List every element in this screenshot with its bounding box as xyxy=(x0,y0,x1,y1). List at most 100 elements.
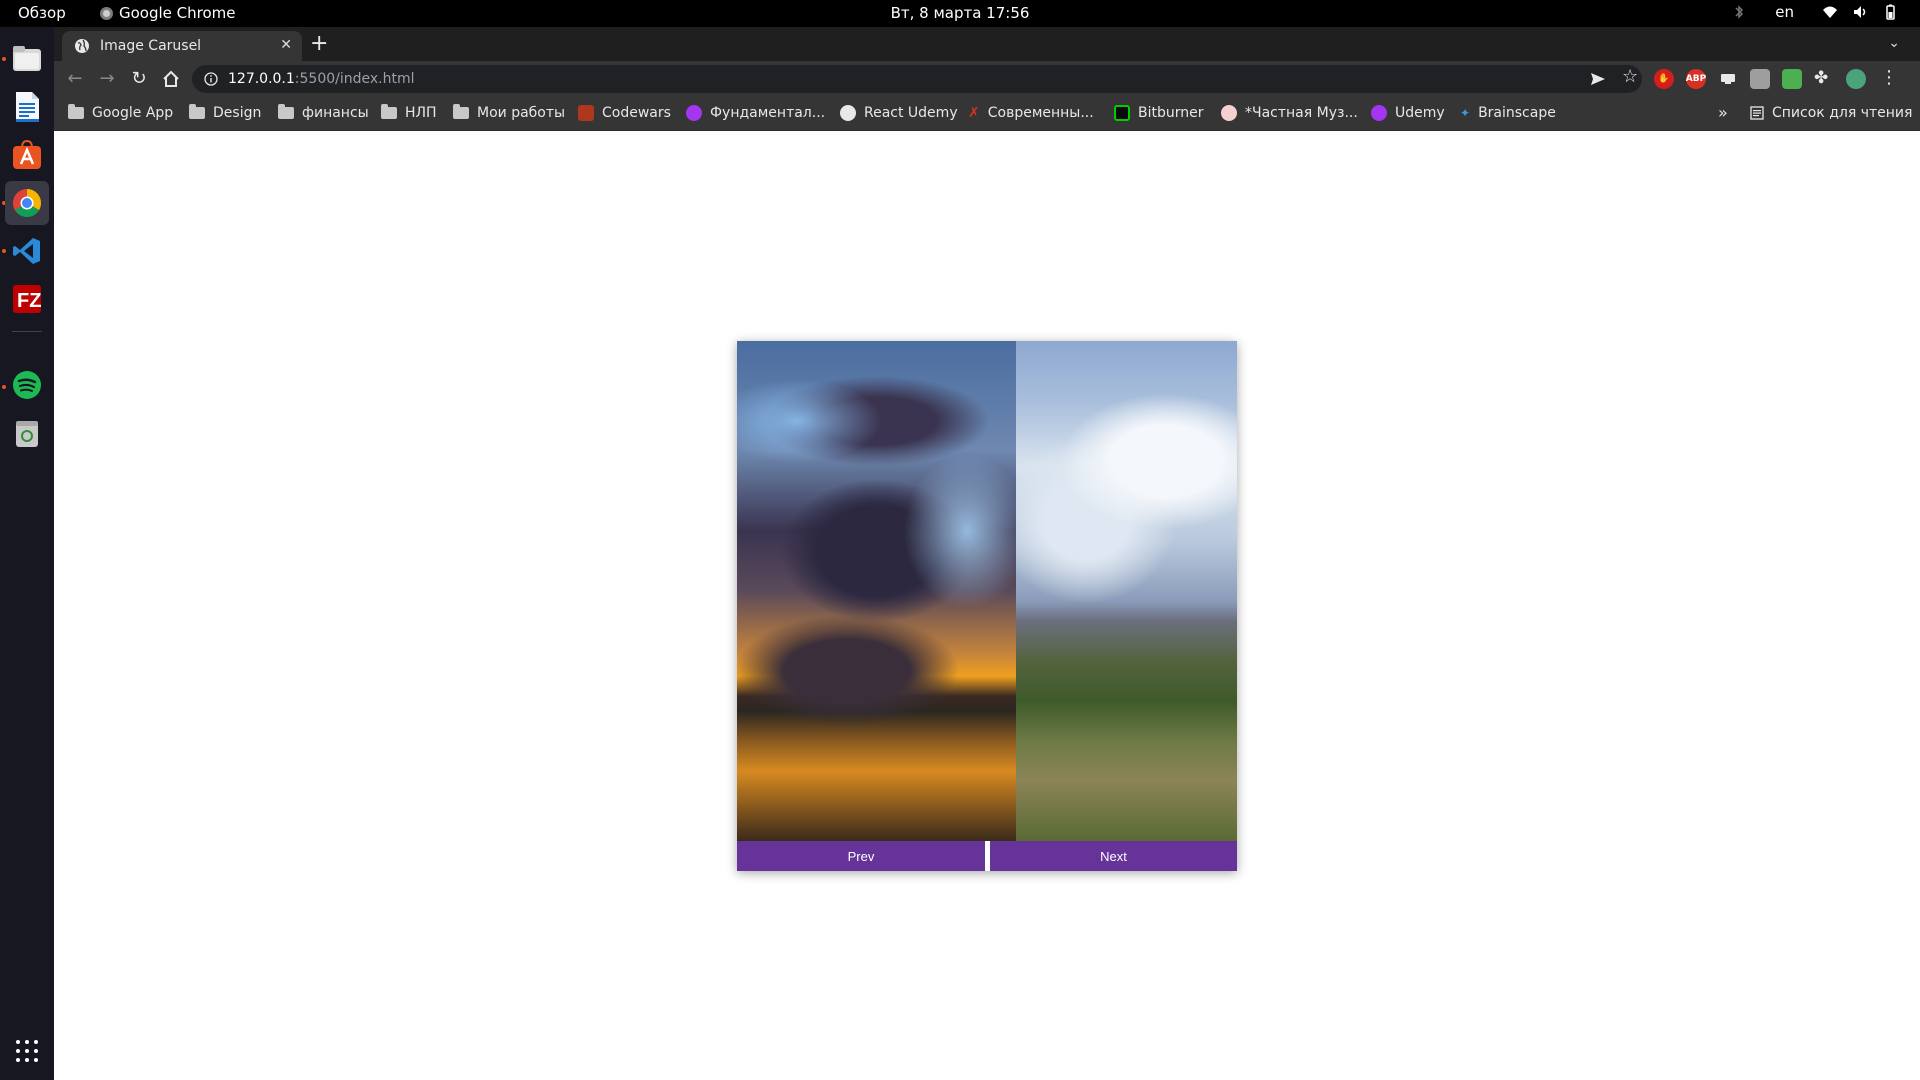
more-bookmarks-icon[interactable]: » xyxy=(1718,103,1728,122)
folder-icon xyxy=(453,104,469,119)
globe-icon xyxy=(75,39,89,53)
bookmark-codewars[interactable]: Codewars xyxy=(578,105,671,121)
reload-icon[interactable]: ↻ xyxy=(128,68,150,90)
folder-icon xyxy=(189,104,205,119)
info-icon[interactable] xyxy=(204,72,218,86)
folder-icon xyxy=(278,104,294,119)
bookmark-brainscape[interactable]: ✦ Brainscape xyxy=(1460,105,1556,121)
udemy-icon xyxy=(686,105,702,121)
running-indicator xyxy=(2,385,6,389)
app-center-icon[interactable] xyxy=(9,137,45,173)
tab-title: Image Carusel xyxy=(100,38,202,54)
bookmark-label: Udemy xyxy=(1395,105,1445,121)
running-indicator xyxy=(2,57,6,61)
extension-cast-icon[interactable] xyxy=(1718,69,1738,89)
bookmark-label: Google App xyxy=(92,105,174,121)
music-icon xyxy=(1221,105,1237,121)
prev-button[interactable]: Prev xyxy=(737,841,985,871)
extensions-puzzle-icon[interactable]: ✤ xyxy=(1814,68,1828,88)
bookmark-fundamental[interactable]: Фундаментал... xyxy=(686,105,825,121)
new-tab-icon[interactable]: + xyxy=(310,33,328,55)
bookmark-label: финансы xyxy=(302,105,369,121)
bookmark-nlp[interactable]: НЛП xyxy=(381,104,437,121)
bookmark-label: НЛП xyxy=(405,105,437,121)
tab-search-chevron-icon[interactable]: ⌄ xyxy=(1888,35,1900,51)
profile-avatar[interactable] xyxy=(1846,69,1866,89)
extension-abp-icon[interactable]: ABP xyxy=(1686,69,1706,89)
extension-evernote-icon[interactable] xyxy=(1782,69,1802,89)
show-applications-icon[interactable] xyxy=(9,1033,45,1069)
chrome-menu-icon[interactable]: ⋮ xyxy=(1880,67,1898,88)
spotify-icon[interactable] xyxy=(9,367,45,403)
filezilla-icon[interactable]: FZ xyxy=(9,281,45,317)
sunset-clouds-image xyxy=(737,341,1016,841)
bookmark-bitburner[interactable]: Bitburner xyxy=(1114,105,1204,121)
udemy-icon xyxy=(1371,105,1387,121)
bookmark-label: Codewars xyxy=(602,105,671,121)
bookmark-sovremennye[interactable]: ✗ Современны... xyxy=(968,105,1094,121)
codewars-icon xyxy=(578,105,594,121)
svg-text:FZ: FZ xyxy=(17,290,41,312)
app-menu[interactable]: Google Chrome xyxy=(100,4,236,22)
bookmark-chastnaya-muz[interactable]: *Частная Муз... xyxy=(1221,105,1358,121)
image-carousel: Prev Next xyxy=(737,341,1237,871)
page-content: Prev Next xyxy=(54,132,1920,1080)
chrome-small-icon xyxy=(100,6,113,20)
send-to-devices-icon[interactable] xyxy=(1590,71,1606,87)
keyboard-layout[interactable]: en xyxy=(1775,3,1794,21)
url-host: 127.0.0.1 xyxy=(228,71,295,87)
browser-toolbar: ← → ↻ 127.0.0.1:5500/index.html ☆ ✋ ABP … xyxy=(54,61,1920,97)
bookmark-label: Фундаментал... xyxy=(710,105,826,121)
bookmark-udemy[interactable]: Udemy xyxy=(1371,105,1445,121)
bookmark-label: React Udemy xyxy=(864,105,958,121)
snowy-mountain-valley-image xyxy=(1016,341,1237,841)
bookmark-moi-raboty[interactable]: Мои работы xyxy=(453,104,565,121)
clock[interactable]: Вт, 8 марта 17:56 xyxy=(0,4,1920,22)
bookmark-label: Bitburner xyxy=(1138,105,1204,121)
bookmark-finansy[interactable]: финансы xyxy=(278,104,369,121)
vscode-icon[interactable] xyxy=(9,233,45,269)
close-tab-icon[interactable]: ✕ xyxy=(280,37,292,53)
wifi-icon[interactable] xyxy=(1822,4,1838,20)
folder-icon xyxy=(381,104,397,119)
folder-icon xyxy=(68,104,84,119)
running-indicator xyxy=(2,249,6,253)
writer-icon[interactable] xyxy=(9,89,45,125)
system-tray[interactable]: en xyxy=(1731,3,1898,21)
extension-adblock-icon[interactable]: ✋ xyxy=(1654,69,1674,89)
files-icon[interactable] xyxy=(9,41,45,77)
battery-icon[interactable] xyxy=(1882,4,1898,20)
bookmark-label: *Частная Муз... xyxy=(1245,105,1358,121)
reading-list-icon xyxy=(1750,106,1764,120)
bookmark-label: Brainscape xyxy=(1478,105,1556,121)
chrome-window: Image Carusel ✕ + ⌄ ← → ↻ 127.0.0.1:5500… xyxy=(54,27,1920,1080)
forward-icon[interactable]: → xyxy=(96,68,118,90)
trash-icon[interactable] xyxy=(9,415,45,451)
bluetooth-icon[interactable] xyxy=(1731,4,1747,20)
bookmark-design[interactable]: Design xyxy=(189,104,261,121)
bookmark-star-icon[interactable]: ☆ xyxy=(1622,66,1638,87)
bookmark-react-udemy[interactable]: React Udemy xyxy=(840,105,958,121)
bookmark-google-app[interactable]: Google App xyxy=(68,104,174,121)
address-bar[interactable]: 127.0.0.1:5500/index.html xyxy=(192,65,1642,93)
chrome-icon[interactable] xyxy=(5,181,49,225)
back-icon[interactable]: ← xyxy=(64,68,86,90)
tab-image-carusel[interactable]: Image Carusel ✕ xyxy=(62,31,302,61)
extension-screenshot-icon[interactable] xyxy=(1750,69,1770,89)
bookmark-label: Современны... xyxy=(987,105,1094,121)
carousel-slides[interactable] xyxy=(737,341,1237,841)
home-icon[interactable] xyxy=(160,68,182,90)
x-icon: ✗ xyxy=(968,105,980,121)
dock: FZ xyxy=(0,27,54,1080)
dock-separator xyxy=(12,331,42,332)
bitburner-icon xyxy=(1114,105,1130,121)
reading-list-button[interactable]: Список для чтения xyxy=(1750,105,1912,121)
volume-icon[interactable] xyxy=(1852,4,1868,20)
app-menu-label: Google Chrome xyxy=(119,4,236,22)
activities-button[interactable]: Обзор xyxy=(18,4,66,22)
bookmarks-bar: Google App Design финансы НЛП Мои работы… xyxy=(54,97,1920,131)
globe-icon xyxy=(840,105,856,121)
system-top-bar: Обзор Google Chrome Вт, 8 марта 17:56 en xyxy=(0,0,1920,27)
url-path: :5500/index.html xyxy=(294,71,415,87)
next-button[interactable]: Next xyxy=(990,841,1237,871)
